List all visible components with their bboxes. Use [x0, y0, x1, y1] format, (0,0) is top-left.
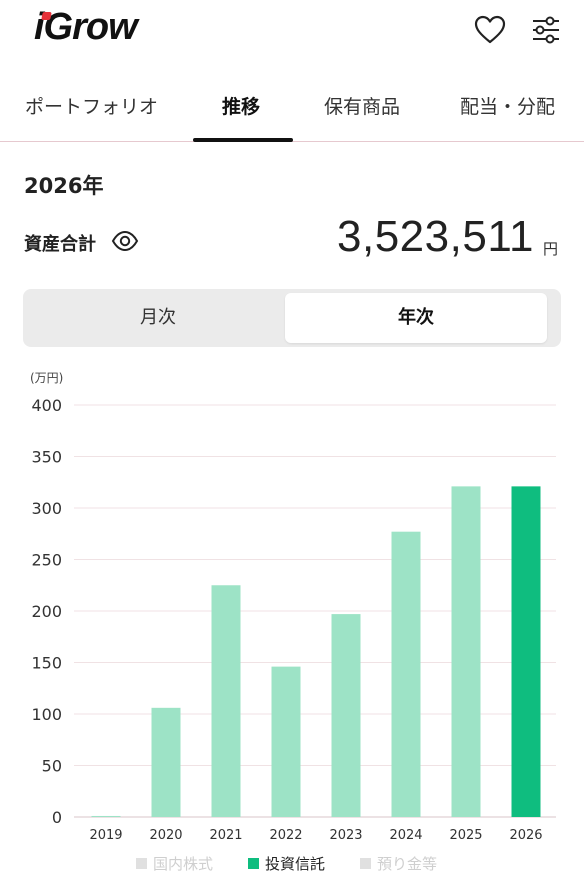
y-tick-label: 300 [31, 499, 62, 518]
tab-bar: ポートフォリオ 推移 保有商品 配当・分配 [0, 80, 584, 142]
y-tick-label: 50 [42, 757, 62, 776]
y-tick-label: 400 [31, 396, 62, 415]
legend-swatch [248, 858, 259, 869]
y-tick-label: 200 [31, 602, 62, 621]
heart-icon[interactable] [472, 12, 508, 48]
x-tick-label: 2026 [509, 828, 542, 843]
y-tick-label: 150 [31, 654, 62, 673]
x-tick-label: 2022 [269, 828, 302, 843]
legend-label: 預り金等 [377, 855, 437, 873]
x-tick-label: 2024 [389, 828, 422, 843]
x-tick-label: 2025 [449, 828, 482, 843]
chart-bar-2022 [271, 666, 301, 817]
legend-swatch [136, 858, 147, 869]
y-tick-label: 350 [31, 448, 62, 467]
legend-swatch [360, 858, 371, 869]
asset-history-chart: (万円) 0 50 100 150 200 250 300 350 400 2019 2020 2021… [0, 360, 584, 896]
app-logo: iGrow [34, 6, 138, 48]
monthly-toggle-button[interactable]: 月次 [27, 293, 289, 343]
chart-bar-2019 [91, 815, 121, 817]
y-tick-label: 100 [31, 705, 62, 724]
asset-total-value: 3,523,511 [337, 212, 534, 261]
sliders-icon[interactable] [528, 12, 564, 48]
tab-history[interactable]: 推移 [222, 92, 260, 119]
period-toggle: 月次 年次 [23, 289, 561, 347]
y-tick-label: 250 [31, 551, 62, 570]
x-tick-label: 2019 [89, 828, 122, 843]
x-tick-label: 2021 [209, 828, 242, 843]
app-header: iGrow [0, 0, 584, 62]
year-title: 2026年 [24, 174, 104, 198]
tab-holdings[interactable]: 保有商品 [324, 92, 400, 119]
logo-accent-dot [41, 12, 52, 20]
tab-portfolio[interactable]: ポートフォリオ [25, 92, 158, 119]
chart-bar-2021 [211, 585, 241, 817]
chart-bar-2025 [451, 486, 481, 817]
chart-bar-2026 [511, 486, 541, 817]
chart-bar-2023 [331, 614, 361, 817]
chart-bar-2024 [391, 531, 421, 817]
asset-total-label: 資産合計 [24, 234, 96, 255]
chart-bar-2020 [151, 707, 181, 817]
tab-dividends[interactable]: 配当・分配 [460, 92, 555, 119]
legend-label: 投資信託 [265, 855, 325, 873]
active-tab-indicator [193, 138, 293, 142]
eye-icon[interactable] [110, 228, 140, 254]
y-axis-unit-label: (万円) [30, 371, 63, 385]
x-tick-label: 2020 [149, 828, 182, 843]
x-tick-label: 2023 [329, 828, 362, 843]
y-tick-label: 0 [52, 808, 62, 827]
asset-total-unit: 円 [543, 240, 559, 258]
chart-canvas: (万円) 0 50 100 150 200 250 300 350 400 2019 2020 2021… [30, 371, 556, 873]
yearly-toggle-button[interactable]: 年次 [285, 293, 547, 343]
legend-label: 国内株式 [153, 855, 213, 873]
